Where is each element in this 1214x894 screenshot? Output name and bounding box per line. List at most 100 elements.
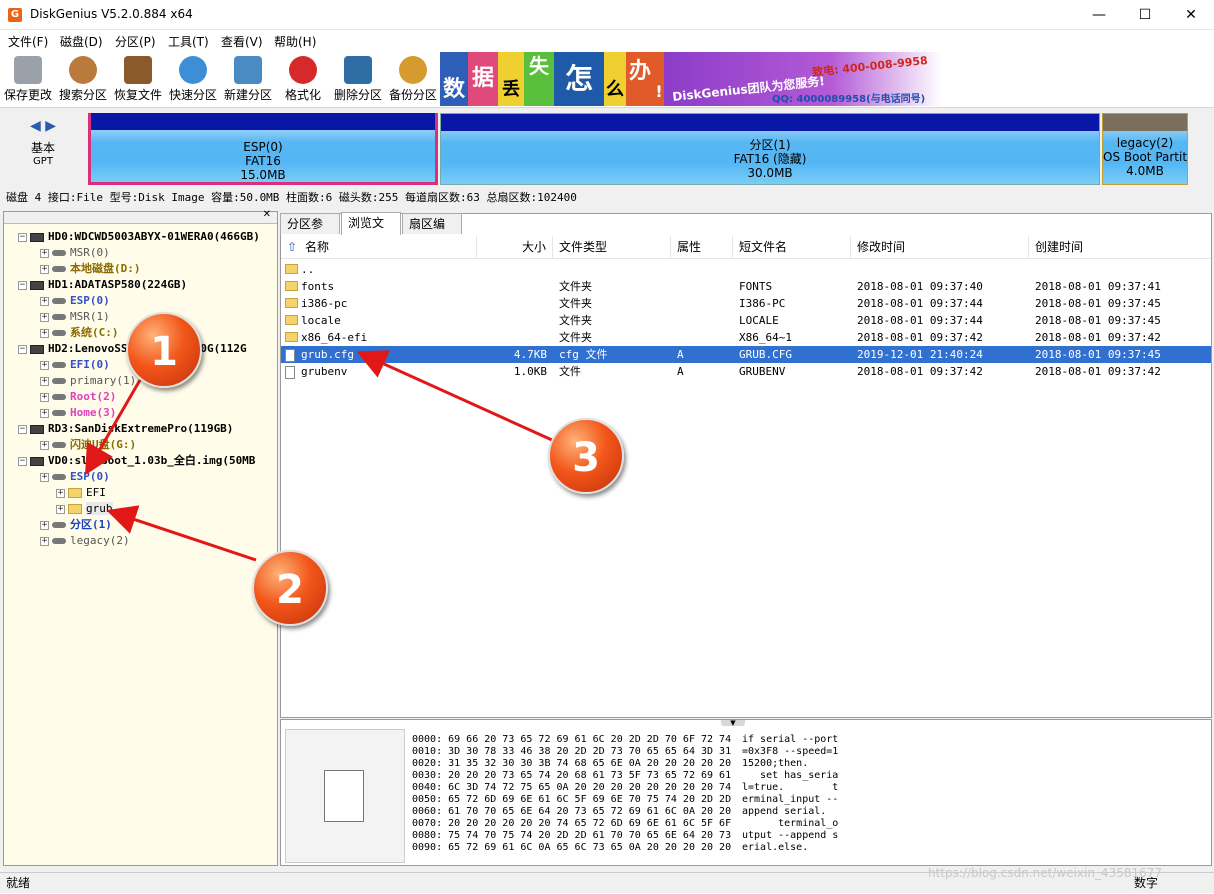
menu-partition[interactable]: 分区(P): [115, 33, 156, 50]
column-attr[interactable]: 属性: [671, 236, 733, 259]
next-disk-icon[interactable]: ▶: [45, 118, 56, 134]
file-ctime: 2018-08-01 09:37:45: [1035, 348, 1161, 361]
expand-toggle-icon[interactable]: +: [40, 440, 49, 450]
tab-browse-files[interactable]: 浏览文件: [341, 212, 401, 251]
close-button[interactable]: ✕: [1168, 0, 1214, 30]
column-type[interactable]: 文件类型: [553, 236, 671, 259]
maximize-button[interactable]: ☐: [1122, 0, 1168, 30]
expand-toggle-icon[interactable]: +: [40, 520, 49, 530]
file-row[interactable]: locale 文件夹 LOCALE 2018-08-01 09:37:44 2018-0…: [281, 312, 1211, 329]
close-icon[interactable]: ✕: [263, 209, 271, 220]
file-row[interactable]: grubenv 1.0KB 文件 A GRUBENV 2018-08-01 09:37:4…: [281, 363, 1211, 380]
ad-banner[interactable]: 数 据 丢 失 怎 么 办 ! DiskGenius团队为您服务! 致电: 40…: [440, 52, 942, 106]
tree-node[interactable]: − RD3:SanDiskExtremePro(119GB): [18, 421, 233, 437]
tree-node[interactable]: + EFI: [56, 485, 106, 501]
tree-node[interactable]: − HD0:WDCWD5003ABYX-01WERA0(466GB): [18, 229, 260, 245]
file-mtime: 2018-08-01 09:37:44: [857, 297, 983, 310]
file-row[interactable]: i386-pc 文件夹 I386-PC 2018-08-01 09:37:44 2018…: [281, 295, 1211, 312]
expand-toggle-icon[interactable]: −: [18, 232, 27, 242]
format-button[interactable]: 格式化: [282, 54, 324, 106]
tree-node[interactable]: + MSR(0): [40, 245, 110, 261]
tree-node[interactable]: + grub: [56, 501, 113, 517]
file-attr: A: [677, 348, 684, 361]
quick-partition-button[interactable]: 快速分区: [168, 54, 218, 106]
file-type: cfg 文件: [559, 348, 608, 361]
recover-files-button[interactable]: 恢复文件: [113, 54, 163, 106]
file-row[interactable]: grub.cfg 4.7KB cfg 文件 A GRUB.CFG 2019-12-01 2…: [281, 346, 1211, 363]
expand-toggle-icon[interactable]: +: [40, 536, 49, 546]
save-changes-button[interactable]: 保存更改: [3, 54, 53, 106]
menu-disk[interactable]: 磁盘(D): [60, 33, 103, 50]
expand-toggle-icon[interactable]: +: [40, 376, 49, 386]
file-type: 文件夹: [559, 280, 592, 293]
prev-disk-icon[interactable]: ◀: [30, 118, 41, 134]
tree-node[interactable]: + legacy(2): [40, 533, 130, 549]
expand-toggle-icon[interactable]: +: [40, 408, 49, 418]
file-row[interactable]: ..: [281, 261, 1211, 278]
tree-node[interactable]: + 闪迪U盘(G:): [40, 437, 136, 453]
file-row[interactable]: x86_64-efi 文件夹 X86_64~1 2018-08-01 09:37:42…: [281, 329, 1211, 346]
expand-toggle-icon[interactable]: +: [40, 264, 49, 274]
column-shortname[interactable]: 短文件名: [733, 236, 851, 259]
collapse-handle[interactable]: ▼: [721, 720, 745, 727]
expand-toggle-icon[interactable]: +: [56, 488, 65, 498]
file-mtime: 2019-12-01 21:40:24: [857, 348, 983, 361]
new-partition-icon: [234, 56, 262, 84]
partition-esp-block[interactable]: ESP(0) FAT16 15.0MB: [88, 113, 438, 185]
expand-toggle-icon[interactable]: +: [40, 296, 49, 306]
column-size[interactable]: 大小: [477, 236, 553, 259]
menu-file[interactable]: 文件(F): [8, 33, 48, 50]
tree-node[interactable]: − VD0:slimboot_1.03b_全白.img(50MB: [18, 453, 255, 469]
delete-partition-button[interactable]: 删除分区: [333, 54, 383, 106]
column-mtime[interactable]: 修改时间: [851, 236, 1029, 259]
tree-node[interactable]: + ESP(0): [40, 469, 110, 485]
tree-panel-header: ✕: [4, 209, 277, 224]
expand-toggle-icon[interactable]: +: [40, 248, 49, 258]
menu-view[interactable]: 查看(V): [221, 33, 263, 50]
file-row[interactable]: fonts 文件夹 FONTS 2018-08-01 09:37:40 2018-08-…: [281, 278, 1211, 295]
new-partition-button[interactable]: 新建分区: [223, 54, 273, 106]
expand-toggle-icon[interactable]: +: [40, 312, 49, 322]
partition-legacy-block[interactable]: legacy(2) OS Boot Partiti 4.0MB: [1102, 113, 1188, 185]
file-mtime: 2018-08-01 09:37:40: [857, 280, 983, 293]
backup-partition-button[interactable]: 备份分区: [388, 54, 438, 106]
minimize-button[interactable]: —: [1076, 0, 1122, 30]
expand-toggle-icon[interactable]: −: [18, 344, 27, 354]
column-ctime[interactable]: 创建时间: [1029, 236, 1211, 259]
tree-node[interactable]: + 系统(C:): [40, 325, 119, 341]
tree-node[interactable]: + 本地磁盘(D:): [40, 261, 141, 277]
menu-help[interactable]: 帮助(H): [274, 33, 316, 50]
tree-node[interactable]: + 分区(1): [40, 517, 112, 533]
disk-nav-arrows[interactable]: ◀ ▶: [30, 118, 56, 134]
tree-node-label: HD1:ADATASP580(224GB): [48, 278, 188, 291]
menu-tools[interactable]: 工具(T): [168, 33, 209, 50]
annotation-marker-2: 2: [252, 550, 328, 626]
file-type: 文件夹: [559, 297, 592, 310]
column-name[interactable]: ⇧ 名称: [281, 236, 477, 259]
partition-header: [441, 114, 1099, 131]
file-size: 1.0KB: [513, 365, 547, 378]
expand-toggle-icon[interactable]: +: [40, 392, 49, 402]
expand-toggle-icon[interactable]: −: [18, 280, 27, 290]
expand-toggle-icon[interactable]: −: [18, 456, 27, 466]
expand-toggle-icon[interactable]: +: [56, 504, 65, 514]
tree-node[interactable]: + MSR(1): [40, 309, 110, 325]
partition-1-block[interactable]: 分区(1) FAT16 (隐藏) 30.0MB: [440, 113, 1100, 185]
partition-icon: [52, 266, 66, 272]
expand-toggle-icon[interactable]: +: [40, 328, 49, 338]
tab-sector-edit[interactable]: 扇区编辑: [402, 213, 462, 252]
up-arrow-icon[interactable]: ⇧: [287, 236, 297, 259]
file-type: 文件夹: [559, 331, 592, 344]
search-partition-button[interactable]: 搜索分区: [58, 54, 108, 106]
expand-toggle-icon[interactable]: +: [40, 360, 49, 370]
expand-toggle-icon[interactable]: +: [40, 472, 49, 482]
tree-node[interactable]: + Home(3): [40, 405, 116, 421]
tree-node[interactable]: + ESP(0): [40, 293, 110, 309]
tree-node[interactable]: + Root(2): [40, 389, 116, 405]
file-size: 4.7KB: [513, 348, 547, 361]
tab-partition-params[interactable]: 分区参数: [280, 213, 340, 252]
expand-toggle-icon[interactable]: −: [18, 424, 27, 434]
tree-node[interactable]: + primary(1): [40, 373, 136, 389]
tree-node[interactable]: − HD1:ADATASP580(224GB): [18, 277, 187, 293]
tree-node[interactable]: + EFI(0): [40, 357, 110, 373]
